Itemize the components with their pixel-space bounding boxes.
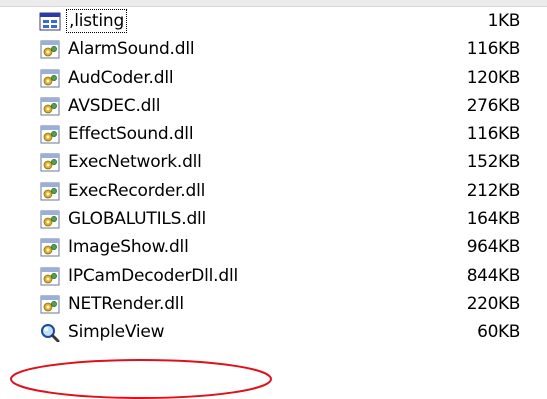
file-list: ,listing 1KB AlarmSound.dll 116KB AudCod… [0,7,547,347]
file-size: 116KB [466,39,521,60]
file-size: 60KB [477,322,520,343]
file-name: AlarmSound.dll [68,39,195,60]
highlight-oval [10,359,272,399]
file-row-simpleview[interactable]: SimpleView 60KB [0,318,547,346]
listing-file-icon [39,12,61,31]
dll-file-icon [40,69,60,88]
file-row-netrender[interactable]: NETRender.dll 220KB [0,290,547,318]
file-size: 116KB [466,124,521,145]
file-row-execrecorder[interactable]: ExecRecorder.dll 212KB [0,177,547,205]
file-name: IPCamDecoderDll.dll [68,265,239,286]
magnifier-icon [41,324,60,343]
file-row-ipcamdecoderdll[interactable]: IPCamDecoderDll.dll 844KB [0,262,547,290]
file-name: GLOBALUTILS.dll [68,209,207,230]
file-name: AVSDEC.dll [68,95,161,116]
file-name: EffectSound.dll [68,124,194,145]
file-name: NETRender.dll [68,293,184,314]
list-header-edge [0,0,547,7]
dll-file-icon [40,267,60,286]
file-name: SimpleView [68,322,165,343]
dll-file-icon [40,210,60,229]
file-name: ExecNetwork.dll [68,152,202,173]
file-row-globalutils[interactable]: GLOBALUTILS.dll 164KB [0,205,547,233]
dll-file-icon [40,182,60,201]
file-row-listing[interactable]: ,listing 1KB [0,7,547,35]
file-row-alarmsound[interactable]: AlarmSound.dll 116KB [0,35,547,63]
file-row-effectsound[interactable]: EffectSound.dll 116KB [0,120,547,148]
file-size: 212KB [466,180,521,201]
file-size: 164KB [466,209,521,230]
file-size: 220KB [466,293,521,314]
file-size: 152KB [466,152,521,173]
dll-file-icon [40,153,60,172]
dll-file-icon [40,295,60,314]
file-size: 120KB [466,67,521,88]
file-row-audcoder[interactable]: AudCoder.dll 120KB [0,64,547,92]
file-size: 844KB [466,265,521,286]
file-name: ImageShow.dll [68,237,189,258]
file-size: 276KB [466,95,521,116]
file-row-imageshow[interactable]: ImageShow.dll 964KB [0,233,547,261]
file-size: 964KB [466,237,521,258]
file-name: ExecRecorder.dll [68,180,206,201]
dll-file-icon [40,238,60,257]
dll-file-icon [40,40,60,59]
file-row-avsdec[interactable]: AVSDEC.dll 276KB [0,92,547,120]
file-name: AudCoder.dll [68,67,174,88]
file-name: ,listing [66,9,128,33]
dll-file-icon [40,97,60,116]
dll-file-icon [40,125,60,144]
file-row-execnetwork[interactable]: ExecNetwork.dll 152KB [0,148,547,176]
file-list-window: ,listing 1KB AlarmSound.dll 116KB AudCod… [0,0,547,399]
file-size: 1KB [487,11,521,31]
